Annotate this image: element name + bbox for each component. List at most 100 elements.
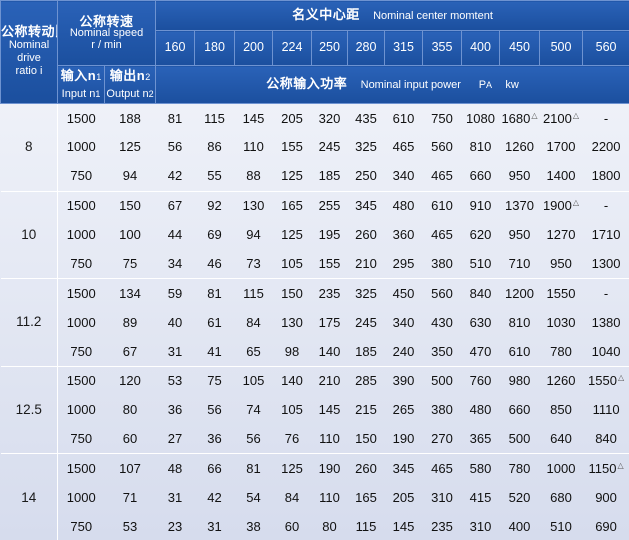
power-value: 56 [167, 139, 183, 155]
power-value: 620 [469, 227, 492, 243]
power-value-cell: 465 [422, 453, 462, 483]
ratio-header-en-1: Nominal [8, 39, 50, 52]
power-value: 850 [550, 402, 572, 418]
power-value: 1200 [505, 285, 534, 301]
ratio-cell: 12.5 [0, 365, 58, 454]
power-value-cell: 36 [195, 425, 235, 454]
power-value-cell: 345 [347, 190, 385, 221]
power-value-cell: 140 [272, 365, 312, 396]
power-value: 125 [281, 460, 303, 476]
input-speed-cell: 1000 [66, 489, 96, 505]
power-value-cell: 1260 [539, 365, 583, 396]
power-value-cell: 610 [422, 190, 462, 221]
output-header-en-sub: 2 [148, 88, 154, 99]
output-header-zh: 输出n [109, 67, 146, 83]
power-value-cell: 1550 [539, 278, 583, 308]
table-row: 750 67 31 41 65 98 140 185 240 350 470 610 780 1040 [1, 337, 629, 366]
power-value: 1400 [546, 168, 576, 184]
power-value: 115 [243, 285, 264, 301]
power-value: 66 [207, 460, 222, 476]
output-speed-cell: 71 [122, 489, 138, 505]
power-value-cell: 1110 [583, 395, 629, 424]
power-value-cell: 310 [462, 512, 500, 540]
power-value-cell: 140 [312, 337, 348, 366]
power-value-cell: 115 [348, 512, 385, 540]
power-value-cell: 31 [156, 483, 195, 512]
power-value: 910 [469, 198, 492, 214]
ratio-cell: 10 [0, 190, 58, 279]
power-value: 145 [242, 110, 265, 126]
power-value: 1080 [466, 110, 495, 126]
output-speed-cell: 67 [122, 343, 138, 359]
power-value: 1150 [588, 460, 617, 476]
power-value-cell: 465 [423, 220, 462, 249]
input-header-zh: 输入n [60, 67, 97, 83]
power-value: 1370 [505, 198, 534, 214]
power-value: 155 [318, 255, 341, 271]
power-value: 36 [207, 431, 222, 447]
center-header-en: Nominal center momtent [373, 10, 493, 23]
power-value: 340 [392, 314, 415, 330]
power-value: 245 [355, 314, 377, 330]
power-value: 1710 [591, 227, 621, 243]
power-value-cell: 340 [385, 162, 423, 191]
power-value-cell: 320 [312, 104, 348, 133]
power-value-cell: 1550△ [582, 365, 629, 396]
power-value-cell: 1680△ [500, 104, 540, 133]
power-value: 560 [431, 139, 453, 155]
triangle-mark-icon: △ [617, 373, 625, 383]
power-value-cell: 1260 [500, 133, 540, 162]
power-value-cell: 1000 [539, 453, 583, 483]
power-value-cell: 380 [423, 395, 462, 424]
power-value: 56 [246, 431, 261, 447]
power-value-cell: 40 [156, 308, 195, 337]
power-value-cell: 94 [235, 220, 273, 249]
power-value-cell: 185 [348, 337, 385, 366]
power-value-cell: 1400 [540, 162, 583, 191]
power-value-cell: 500 [500, 425, 540, 454]
power-value: 1700 [546, 139, 576, 155]
input-speed-cell: 1000 [66, 139, 96, 155]
power-value-cell: 245 [348, 308, 385, 337]
power-value-cell: 2200 [583, 133, 629, 162]
power-value-cell: 210 [348, 249, 385, 278]
power-value: 1800 [591, 168, 621, 184]
ratio-header-en-3: ratio i [15, 65, 43, 78]
table-row: 1000 100 44 69 94 125 195 260 360 465 620 950 1270 17… [1, 220, 629, 249]
power-value-cell: 145 [312, 395, 348, 424]
power-value-cell: 205 [273, 104, 312, 133]
power-value-cell: 630 [462, 308, 500, 337]
power-value: 215 [355, 402, 377, 418]
power-value-cell: 435 [348, 104, 385, 133]
power-value: 67 [167, 198, 183, 214]
power-value-cell: 80 [312, 512, 348, 540]
power-header-unit: kw [505, 79, 519, 92]
power-value-cell: 850 [540, 395, 583, 424]
power-value: 610 [431, 198, 453, 214]
power-value: 840 [469, 285, 492, 301]
power-value: 185 [318, 168, 341, 184]
output-speed-cell: 107 [104, 453, 156, 483]
power-value: 1110 [592, 402, 620, 418]
power-value-cell: 510 [462, 249, 500, 278]
power-value-cell: 1900△ [539, 190, 583, 221]
power-value: 435 [355, 110, 377, 126]
power-value-cell: 75 [194, 365, 235, 396]
center-distance-224: 224 [272, 30, 312, 66]
power-value-cell: 900 [583, 483, 629, 512]
power-value: 38 [246, 518, 261, 534]
power-value-cell: 610 [385, 104, 423, 133]
table-row: 1000 89 40 61 84 130 175 245 340 430 630 810 1030 138… [1, 308, 629, 337]
center-distance-315: 315 [384, 30, 423, 66]
power-value-cell: 215 [348, 395, 385, 424]
input-speed-cell: 750 [70, 255, 93, 271]
center-distance-560: 560 [581, 30, 629, 66]
power-header-en: Nominal input power [360, 79, 461, 92]
center-distance-400: 400 [461, 30, 500, 66]
ratio-header: 公称转动比i Nominal drive ratio i [0, 0, 58, 104]
power-value-cell: 640 [540, 425, 583, 454]
input-speed-cell: 1000 [66, 227, 96, 243]
power-value-cell: 55 [195, 162, 235, 191]
power-value-cell: 59 [155, 278, 195, 308]
table-row: 750 60 27 36 56 76 110 150 190 270 365 500 640 840 [1, 425, 629, 454]
